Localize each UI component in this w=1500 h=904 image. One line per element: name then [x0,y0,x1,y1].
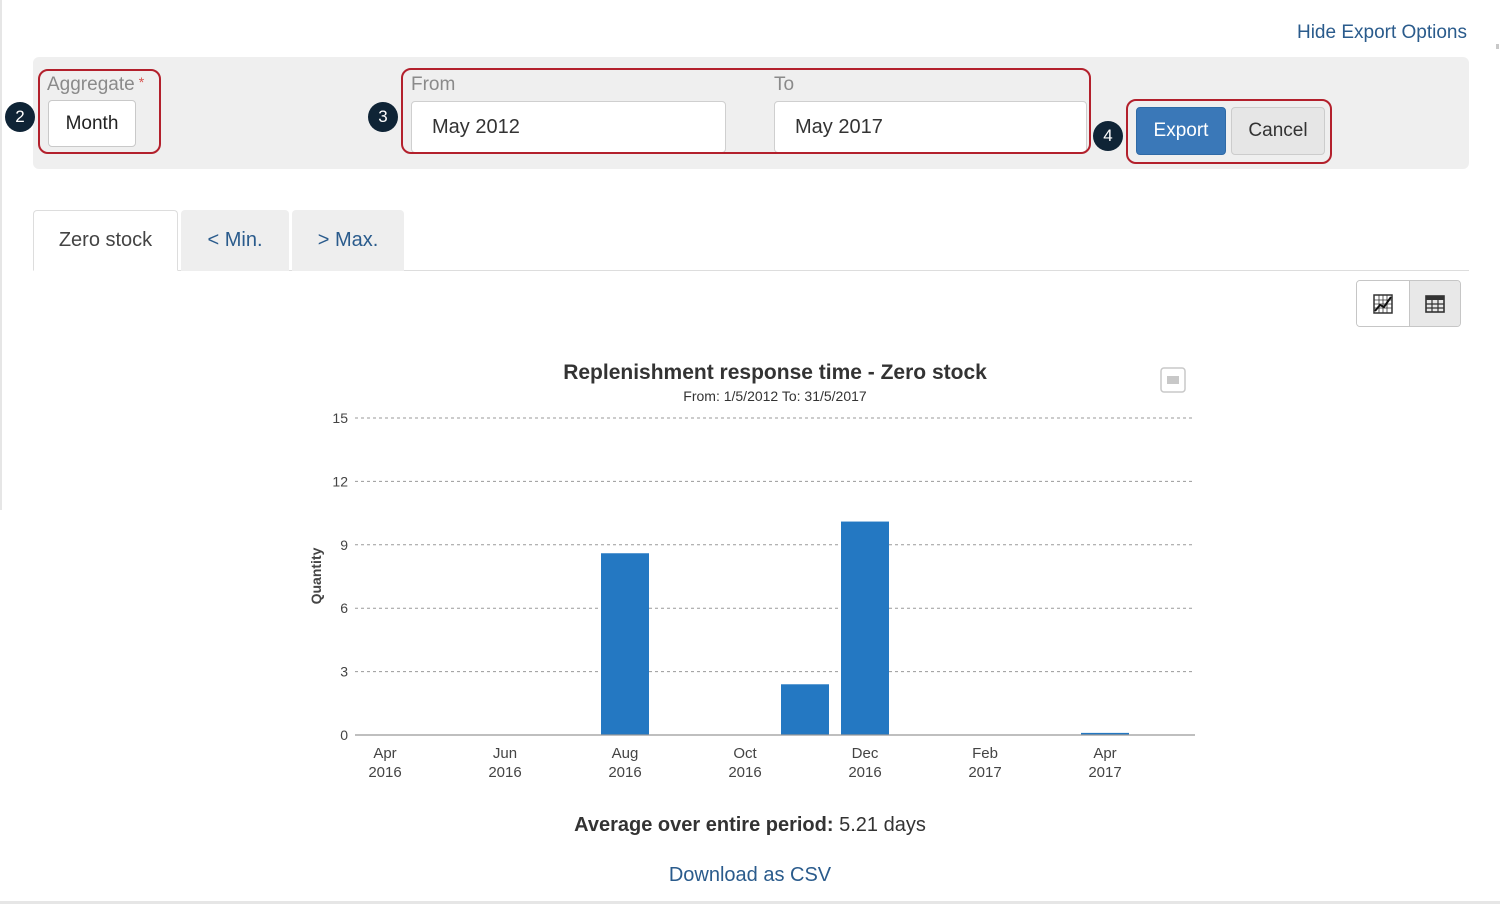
y-tick-label: 0 [340,727,348,743]
callout-badge-2: 2 [5,102,35,132]
y-tick-label: 6 [340,600,348,616]
x-tick-month: Feb [972,745,998,762]
average-summary: Average over entire period: 5.21 days [0,814,1500,837]
table-view-button[interactable] [1408,281,1460,326]
x-tick-month: Jun [493,745,517,762]
bar-dec-2016 [841,521,889,735]
table-icon [1424,294,1445,313]
y-axis-title: Quantity [308,547,324,604]
y-tick-label: 12 [332,473,348,489]
x-tick-month: Dec [852,745,879,762]
y-tick-label: 15 [332,410,348,426]
y-tick-label: 3 [340,664,348,680]
x-tick-year: 2016 [728,764,761,781]
x-tick-year: 2017 [968,764,1001,781]
x-tick-month: Aug [612,745,639,762]
view-toggle [1356,280,1461,327]
hide-export-options-link[interactable]: Hide Export Options [1297,22,1467,44]
x-axis-ticks: Apr 2016 Jun 2016 Aug 2016 Oct 2016 Dec 2016 Feb 20… [368,745,1121,781]
x-tick-year: 2016 [368,764,401,781]
tab-zero-stock[interactable]: Zero stock [33,210,178,271]
tab-min[interactable]: < Min. [181,210,289,271]
bar-nov-2016 [781,684,829,735]
x-tick-month: Apr [1093,745,1116,762]
tab-max[interactable]: > Max. [292,210,404,271]
chart-bars [601,521,1129,735]
callout-box-actions [1126,99,1332,164]
callout-box-aggregate [38,69,161,154]
y-tick-label: 9 [340,537,348,553]
scroll-marker [1496,44,1499,49]
x-tick-month: Apr [373,745,396,762]
x-tick-year: 2016 [848,764,881,781]
callout-badge-4: 4 [1093,121,1123,151]
chart-gridlines [355,417,1195,673]
callout-box-date-range [401,68,1091,154]
y-axis-ticks: 0 3 6 9 12 15 [332,410,348,743]
chart-title: Replenishment response time - Zero stock [563,361,987,384]
average-value: 5.21 days [839,814,926,836]
chart-icon [1373,293,1393,314]
chart-menu-button[interactable] [1160,367,1186,393]
menu-icon [1167,376,1179,384]
chart-subtitle: From: 1/5/2012 To: 31/5/2017 [683,388,867,404]
x-tick-year: 2017 [1088,764,1121,781]
bar-aug-2016 [601,553,649,735]
replenishment-chart: Replenishment response time - Zero stock… [308,361,1195,781]
download-csv-link[interactable]: Download as CSV [0,864,1500,887]
average-label: Average over entire period: [574,814,834,836]
left-border [0,0,2,510]
x-tick-year: 2016 [608,764,641,781]
x-tick-month: Oct [733,745,757,762]
callout-badge-3: 3 [368,102,398,132]
chart-view-button[interactable] [1357,281,1409,326]
x-tick-year: 2016 [488,764,521,781]
